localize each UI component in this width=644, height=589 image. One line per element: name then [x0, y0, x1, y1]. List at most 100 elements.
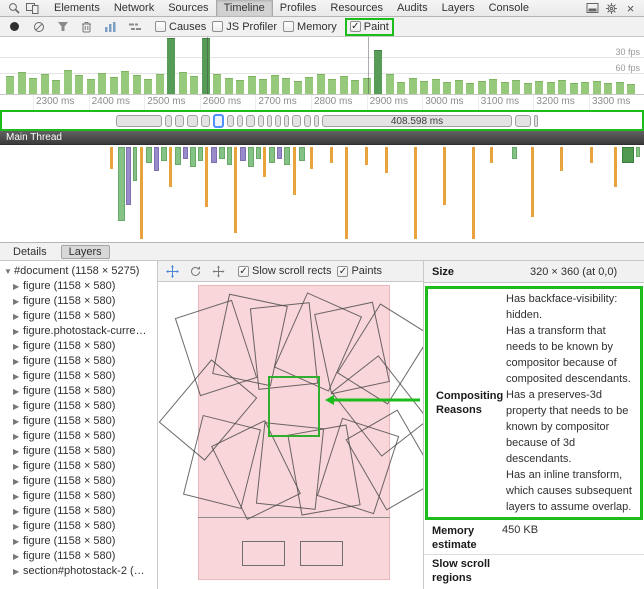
- frame-chip[interactable]: [304, 115, 311, 127]
- flame-event-bar[interactable]: [248, 147, 254, 167]
- rotate-mode-button[interactable]: [187, 264, 204, 279]
- timeline-checkbox-memory[interactable]: Memory: [283, 21, 337, 33]
- tree-item[interactable]: ▶section#photostack-2 (…: [0, 564, 157, 579]
- tree-item[interactable]: ▶figure (1158 × 580): [0, 279, 157, 294]
- frame-chip[interactable]: [515, 115, 531, 127]
- disclosure-right-icon[interactable]: ▶: [13, 429, 23, 444]
- tree-item[interactable]: ▶figure (1158 × 580): [0, 474, 157, 489]
- frame-chip[interactable]: [201, 115, 210, 127]
- tree-item[interactable]: ▶figure (1158 × 580): [0, 354, 157, 369]
- flame-event-bar[interactable]: [126, 147, 131, 205]
- frame-chip[interactable]: [258, 115, 264, 127]
- frame-chip[interactable]: [246, 115, 255, 127]
- flame-event-bar[interactable]: [240, 147, 246, 161]
- disclosure-right-icon[interactable]: ▶: [13, 414, 23, 429]
- flame-event-bar[interactable]: [190, 147, 196, 167]
- disclosure-right-icon[interactable]: ▶: [13, 369, 23, 384]
- frame-chip[interactable]: [275, 115, 281, 127]
- drawer-tab-layers[interactable]: Layers: [61, 245, 110, 259]
- flame-event-bar[interactable]: [622, 147, 634, 163]
- pan-mode-button[interactable]: [164, 264, 181, 279]
- flame-event-bar[interactable]: [110, 147, 113, 169]
- flame-event-bar[interactable]: [133, 147, 137, 181]
- footer-layer-outline[interactable]: [242, 541, 285, 566]
- flame-event-bar[interactable]: [269, 147, 275, 163]
- flame-event-bar[interactable]: [284, 147, 290, 165]
- tree-item[interactable]: ▶figure (1158 × 580): [0, 399, 157, 414]
- flame-event-bar[interactable]: [256, 147, 261, 159]
- disclosure-right-icon[interactable]: ▶: [13, 459, 23, 474]
- disclosure-right-icon[interactable]: ▶: [13, 504, 23, 519]
- flame-event-bar[interactable]: [310, 147, 313, 169]
- close-devtools-button[interactable]: ×: [622, 1, 639, 16]
- tree-item[interactable]: ▶figure.photostack-curre…: [0, 324, 157, 339]
- events-view-button[interactable]: [126, 19, 143, 34]
- device-mode-button[interactable]: [24, 1, 41, 16]
- flame-event-bar[interactable]: [443, 147, 446, 205]
- frame-chip[interactable]: [175, 115, 184, 127]
- layer-3d-view[interactable]: [158, 282, 423, 589]
- main-thread-flame-chart[interactable]: [0, 145, 644, 242]
- flame-event-bar[interactable]: [299, 147, 305, 161]
- canvas-checkbox-slow-scroll-rects[interactable]: ✓Slow scroll rects: [238, 265, 331, 277]
- frame-chip[interactable]: [292, 115, 301, 127]
- flame-event-bar[interactable]: [414, 147, 417, 239]
- drawer-tab-details[interactable]: Details: [5, 245, 55, 259]
- timeline-checkbox-js-profiler[interactable]: JS Profiler: [212, 21, 277, 33]
- disclosure-right-icon[interactable]: ▶: [13, 339, 23, 354]
- disclosure-right-icon[interactable]: ▶: [13, 354, 23, 369]
- tree-item[interactable]: ▶figure (1158 × 580): [0, 429, 157, 444]
- disclosure-right-icon[interactable]: ▶: [13, 534, 23, 549]
- main-thread-header[interactable]: Main Thread: [0, 131, 644, 145]
- tab-elements[interactable]: Elements: [47, 0, 107, 16]
- flame-event-bar[interactable]: [385, 147, 388, 173]
- flame-event-bar[interactable]: [146, 147, 152, 163]
- frame-chip[interactable]: [116, 115, 162, 127]
- record-button[interactable]: [6, 19, 23, 34]
- timeline-overview-chart[interactable]: 30 fps 60 fps: [0, 37, 644, 95]
- flame-event-bar[interactable]: [590, 147, 593, 163]
- tree-item[interactable]: ▶figure (1158 × 580): [0, 294, 157, 309]
- tree-item[interactable]: ▶figure (1158 × 580): [0, 504, 157, 519]
- flame-event-bar[interactable]: [183, 147, 188, 159]
- flame-event-bar[interactable]: [154, 147, 159, 171]
- frame-chip[interactable]: [187, 115, 198, 127]
- flame-event-bar[interactable]: [277, 147, 282, 159]
- disclosure-right-icon[interactable]: ▶: [13, 309, 23, 324]
- reset-view-button[interactable]: [210, 264, 227, 279]
- tab-layers[interactable]: Layers: [435, 0, 482, 16]
- drawer-button[interactable]: [584, 1, 601, 16]
- disclosure-right-icon[interactable]: ▶: [13, 519, 23, 534]
- frames-view-button[interactable]: [102, 19, 119, 34]
- tab-sources[interactable]: Sources: [161, 0, 215, 16]
- tree-item[interactable]: ▶figure (1158 × 580): [0, 309, 157, 324]
- tree-item[interactable]: ▼#document (1158 × 5275): [0, 264, 157, 279]
- flame-event-bar[interactable]: [490, 147, 493, 163]
- timeline-checkbox-paint[interactable]: ✓Paint: [345, 18, 394, 36]
- tab-network[interactable]: Network: [107, 0, 161, 16]
- frame-chip[interactable]: [227, 115, 234, 127]
- flame-event-bar[interactable]: [219, 147, 225, 159]
- flame-event-bar[interactable]: [169, 147, 172, 187]
- disclosure-right-icon[interactable]: ▶: [13, 474, 23, 489]
- tree-item[interactable]: ▶figure (1158 × 580): [0, 459, 157, 474]
- footer-layer-outline[interactable]: [300, 541, 343, 566]
- flame-event-bar[interactable]: [345, 147, 348, 239]
- frame-chip[interactable]: [237, 115, 243, 127]
- flame-event-bar[interactable]: [198, 147, 203, 161]
- selected-layer-highlight[interactable]: [268, 376, 320, 437]
- flame-event-bar[interactable]: [330, 147, 333, 163]
- tree-item[interactable]: ▶figure (1158 × 580): [0, 414, 157, 429]
- disclosure-right-icon[interactable]: ▶: [13, 549, 23, 564]
- frame-chip[interactable]: [267, 115, 272, 127]
- flame-event-bar[interactable]: [531, 147, 534, 217]
- tree-item[interactable]: ▶figure (1158 × 580): [0, 489, 157, 504]
- flame-event-bar[interactable]: [560, 147, 563, 171]
- timeline-checkbox-causes[interactable]: Causes: [155, 21, 206, 33]
- tree-item[interactable]: ▶figure (1158 × 580): [0, 369, 157, 384]
- disclosure-right-icon[interactable]: ▶: [13, 444, 23, 459]
- frame-chip[interactable]: [165, 115, 172, 127]
- disclosure-right-icon[interactable]: ▶: [13, 324, 23, 339]
- frames-strip[interactable]: 408.598 ms: [0, 110, 644, 131]
- tab-audits[interactable]: Audits: [390, 0, 435, 16]
